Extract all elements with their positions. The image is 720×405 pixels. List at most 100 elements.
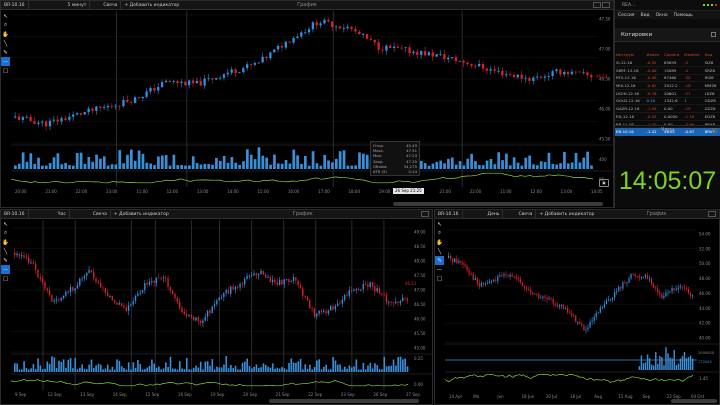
candle-body [671,287,673,292]
candle-body [292,38,295,43]
candle-body [575,315,577,323]
candle-body [546,297,548,300]
quote-row[interactable]: GAZR-12.16 -1.09 0.00 -15 GZZ6 [615,105,720,113]
time-axis-label: Sep [643,394,651,399]
close-button[interactable] [421,211,429,217]
line-tool-icon[interactable]: ╲ [1,39,10,48]
pen-tool-icon[interactable]: ✎ [1,256,10,265]
close-button[interactable] [708,211,716,217]
quote-row[interactable]: ED-12.16 -0.03 0.0000 -1.18 EDZ6 [615,113,720,121]
daily-chart-canvas[interactable]: 54.00 52.00 50.00 48.00 46.00 44.00 42.00 40.00… [445,220,720,405]
timeframe-selector[interactable]: 5 минут [65,3,90,8]
close-icon[interactable] [712,127,717,133]
top-chart-canvas[interactable]: 47.5047.0046.5046.0045.5020:00 21:00 22:00… [11,11,614,208]
horizontal-line-tool-icon[interactable]: — [435,265,444,274]
pen-tool-icon[interactable]: ✎ [1,48,10,57]
quote-row[interactable]: Si-12.16 -0.55 65659 -5 SiZ6 [615,59,720,67]
quote-row[interactable]: LKOH-12.16 -0.76 20601 -27 LKZ6 [615,89,720,98]
candle-body [495,279,497,281]
candle-body [102,287,104,289]
hand-tool-icon[interactable]: ✋ [435,238,444,247]
volume-bar [149,163,153,169]
col-header[interactable]: Инструм [615,51,645,59]
hand-tool-icon[interactable]: ✋ [1,238,10,247]
menu-item-help[interactable]: Помощь [671,13,696,18]
menu-item-view[interactable]: Вид [638,13,653,18]
instrument-selector[interactable]: BR-10.16 [435,212,462,217]
instrument-selector[interactable]: BR-10.16 [1,3,28,8]
zoom-tool-icon[interactable]: ⌕ [1,21,10,30]
quote-cell-name: LKOH-12.16 [616,90,640,96]
volume-bar [431,163,435,169]
top-horizontal-scrollbar[interactable] [393,202,603,206]
volume-bar [315,163,319,169]
volume-bar [139,364,142,372]
close-button[interactable] [602,2,610,8]
candle-body [497,276,499,281]
volume-bar [37,358,39,372]
line-tool-icon[interactable]: ╲ [435,247,444,256]
candle-body [323,19,326,24]
cursor-tool-icon[interactable]: ↖ [1,220,10,229]
candle-body [130,102,133,103]
candle-body [60,118,63,122]
hourly-chart-canvas[interactable]: 49.00 48.50 48.00 47.50 47.00 46.50 46.00 45.50… [11,220,433,405]
candle-body [568,312,571,314]
chart-type-selector[interactable]: Свеча [90,212,110,217]
rectangle-tool-icon[interactable]: □ [435,274,444,283]
candle-body [56,119,59,122]
quote-row[interactable]: MIX-12.16 -0.82 2012.2 -18 MMZ6 [615,82,720,90]
quote-row[interactable]: GOLD-12.16 0.10 1342.6 1 GDZ6 [615,97,720,105]
candle-body [144,283,146,291]
quote-row[interactable]: RTS-12.16 -0.96 87460 -50 RIZ6 [615,74,720,82]
chart-type-selector[interactable]: Свеча [515,212,535,217]
rectangle-tool-icon[interactable]: □ [1,66,10,75]
quote-cell-delta: -18 [684,83,691,89]
line-tool-icon[interactable]: ╲ [1,247,10,256]
volume-bar [41,369,44,372]
volume-bar [146,367,149,372]
hand-tool-icon[interactable]: ✋ [1,30,10,39]
chart-type-selector[interactable]: Свеча [100,3,120,8]
add-indicator-button[interactable]: + Добавить индикатор [121,3,182,8]
add-indicator-button[interactable]: + Добавить индикатор [111,212,172,217]
horizontal-line-tool-icon[interactable]: — [1,265,10,274]
zoom-tool-icon[interactable]: ⌕ [435,229,444,238]
zoom-tool-icon[interactable]: ⌕ [1,229,10,238]
hourly-horizontal-scrollbar[interactable] [269,399,419,403]
rectangle-tool-icon[interactable]: □ [1,274,10,283]
daily-horizontal-scrollbar[interactable] [671,399,717,403]
candle-body [373,39,376,43]
close-icon[interactable] [711,32,716,37]
candle-body [185,314,188,316]
horizontal-line-tool-icon[interactable]: — [1,57,10,66]
col-header[interactable]: Сделки [663,51,683,59]
col-header[interactable]: Измене [683,51,703,59]
menu-item-window[interactable]: Окно [653,13,671,18]
volume-bar [157,156,160,169]
time-axis-label: 17:00 [318,189,330,194]
volume-bar [218,367,221,372]
quote-row[interactable]: SBRF-12.16 -0.06 15089 -4 SRZ6 [615,66,720,75]
timeframe-selector[interactable]: День [485,212,503,217]
volume-bar [566,163,570,169]
oscillator-axis-label: 0.25 [414,356,423,361]
candle-body [456,258,458,263]
cursor-tool-icon[interactable]: ↖ [435,220,444,229]
volume-bar [225,356,228,372]
menu-item-session[interactable]: Сессия [615,13,638,18]
candle-body [223,292,225,298]
candle-body [79,113,83,115]
volume-bar [79,152,83,169]
candle-body [39,277,41,279]
col-header[interactable]: Код [704,51,720,59]
pen-tool-icon[interactable]: ✎ [435,256,444,265]
add-indicator-button[interactable]: + Добавить индикатор [536,212,597,217]
screenshot-icon[interactable]: ▣ [599,179,609,187]
timeframe-selector[interactable]: Час [55,212,69,217]
cursor-tool-icon[interactable]: ↖ [1,12,10,21]
volume-bar [261,155,265,169]
instrument-selector[interactable]: BR-10.16 [1,212,28,217]
minimize-button[interactable] [593,2,601,8]
col-header[interactable]: Измен [645,51,663,59]
